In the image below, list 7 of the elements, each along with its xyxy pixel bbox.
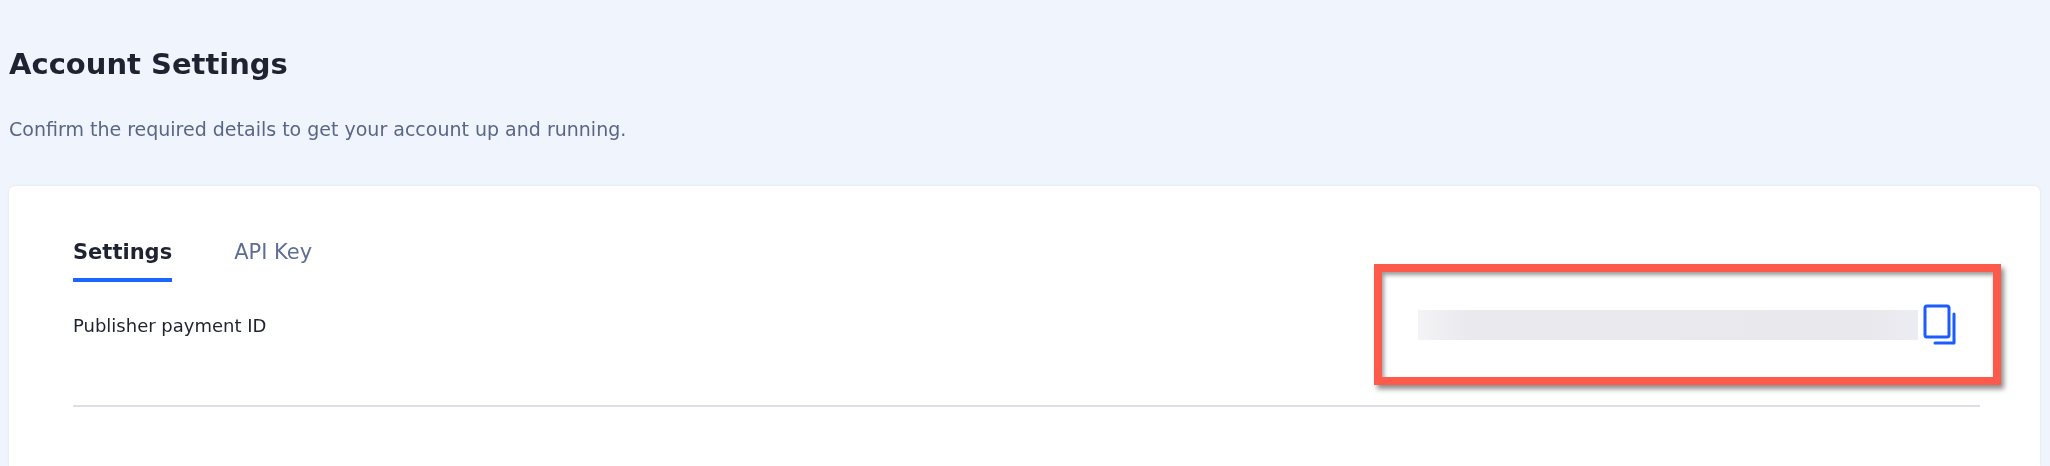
tab[interactable]: API Key <box>234 238 313 282</box>
copy-icon <box>1923 303 1959 346</box>
copy-button[interactable] <box>1923 303 1959 346</box>
tab[interactable]: Settings <box>73 238 173 282</box>
page-title: Account Settings <box>9 46 289 83</box>
page-subtitle: Confirm the required details to get your account up and running. <box>9 117 628 142</box>
field-label: Publisher payment ID <box>73 314 267 336</box>
